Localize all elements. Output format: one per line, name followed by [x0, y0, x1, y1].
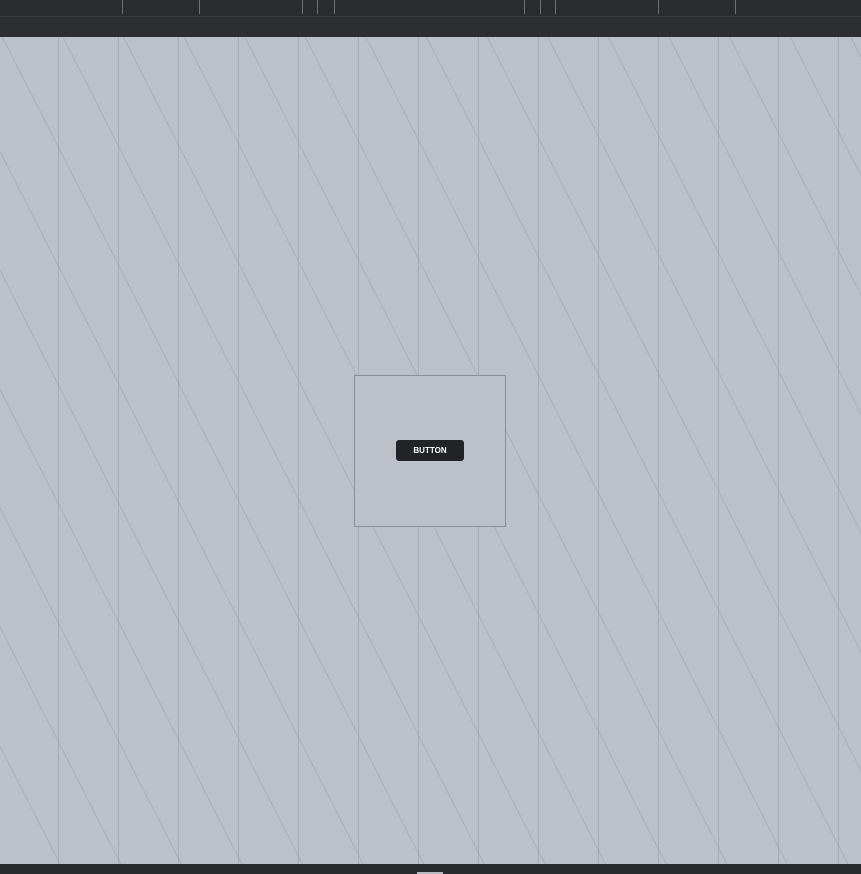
secondary-toolbar	[0, 17, 861, 37]
toolbar-divider	[555, 0, 556, 14]
component-frame[interactable]: BUTTON	[354, 375, 506, 527]
editor-window: BUTTON	[0, 0, 861, 874]
toolbar-divider	[540, 0, 541, 14]
toolbar-divider	[334, 0, 335, 14]
bottom-status-bar	[0, 864, 861, 874]
toolbar-divider	[735, 0, 736, 14]
toolbar-divider	[122, 0, 123, 14]
toolbar-divider	[302, 0, 303, 14]
top-toolbar	[0, 0, 861, 17]
primary-button[interactable]: BUTTON	[396, 440, 464, 461]
toolbar-divider	[524, 0, 525, 14]
toolbar-divider	[199, 0, 200, 14]
toolbar-divider	[658, 0, 659, 14]
toolbar-divider	[317, 0, 318, 14]
design-canvas[interactable]: BUTTON	[0, 37, 861, 864]
